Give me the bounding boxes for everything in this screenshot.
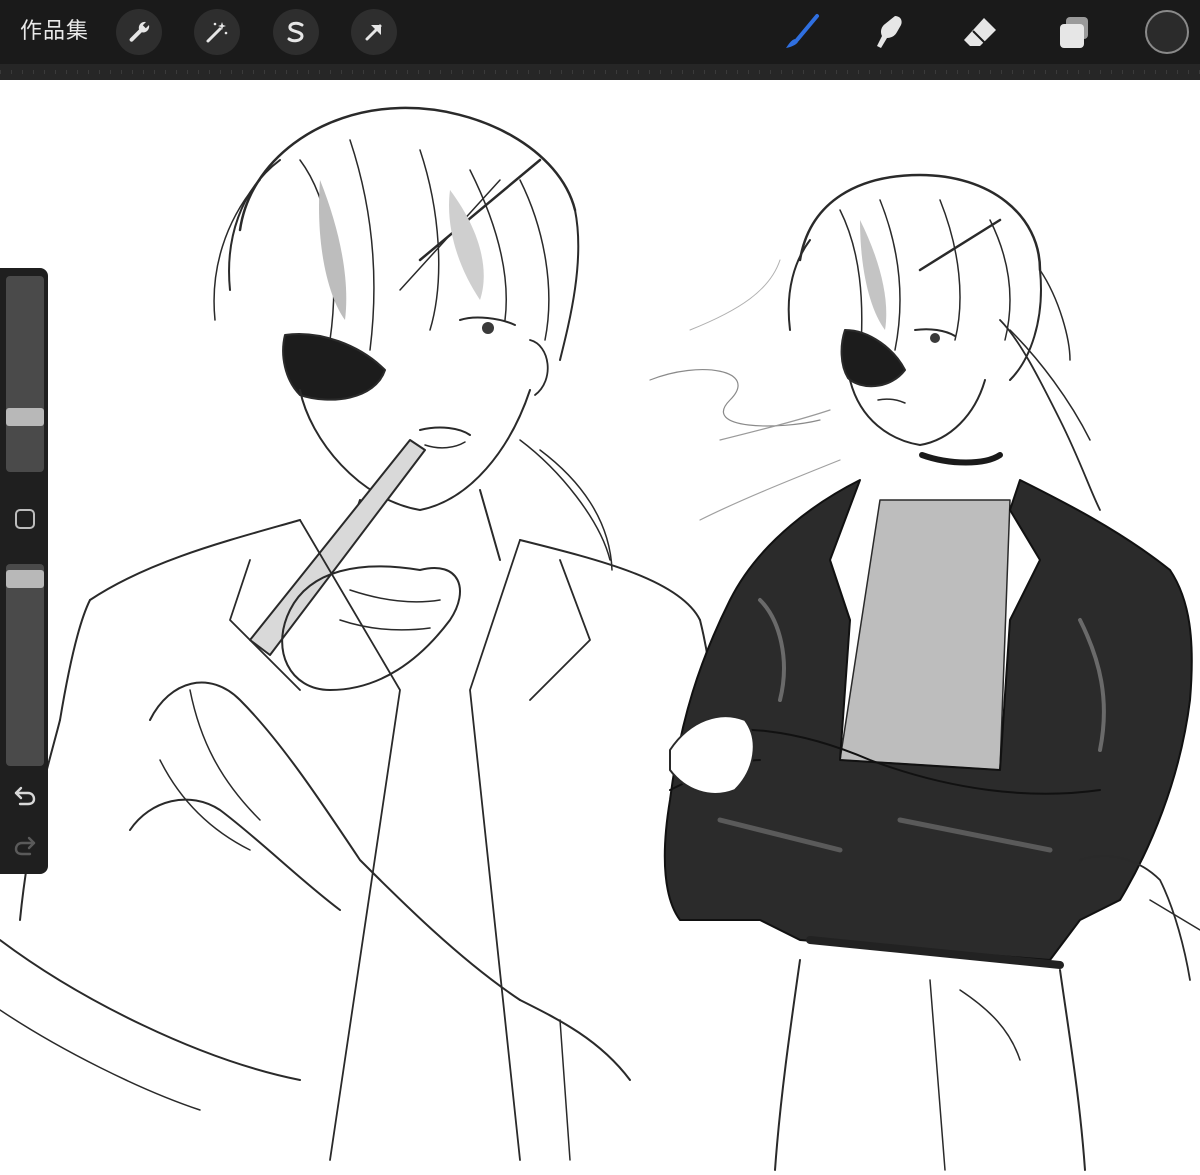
selection-s-icon xyxy=(287,21,304,43)
undo-button[interactable] xyxy=(8,778,42,812)
layers-button[interactable] xyxy=(1052,10,1096,54)
opacity-thumb[interactable] xyxy=(6,570,44,588)
smudge-button[interactable] xyxy=(867,10,911,54)
brush-sidebar xyxy=(0,268,48,874)
gallery-button[interactable]: 作品集 xyxy=(20,17,89,47)
brush-size-slider[interactable] xyxy=(6,276,44,472)
undo-icon xyxy=(14,786,36,806)
eraser-button[interactable] xyxy=(958,10,1002,54)
square-icon xyxy=(15,509,35,529)
toolbar-divider xyxy=(0,64,1200,80)
color-picker-button[interactable] xyxy=(1145,10,1189,54)
smudge-icon xyxy=(877,16,902,48)
opacity-slider[interactable] xyxy=(6,564,44,766)
redo-button[interactable] xyxy=(8,828,42,862)
brush-button[interactable] xyxy=(779,10,823,54)
sketch-artwork xyxy=(0,106,1200,1171)
actions-button[interactable] xyxy=(116,9,162,55)
modifier-button[interactable] xyxy=(8,502,42,536)
top-toolbar: 作品集 xyxy=(0,0,1200,64)
magic-wand-icon xyxy=(206,22,228,43)
selection-button[interactable] xyxy=(273,9,319,55)
brush-size-thumb[interactable] xyxy=(6,408,44,426)
eraser-icon xyxy=(964,18,996,46)
adjustments-button[interactable] xyxy=(194,9,240,55)
layers-icon xyxy=(1060,17,1088,48)
transform-button[interactable] xyxy=(351,9,397,55)
redo-icon xyxy=(14,836,36,856)
arrow-cursor-icon xyxy=(365,24,382,41)
drawing-canvas[interactable] xyxy=(0,80,1200,1171)
wrench-icon xyxy=(129,21,150,42)
brush-icon xyxy=(786,14,819,48)
